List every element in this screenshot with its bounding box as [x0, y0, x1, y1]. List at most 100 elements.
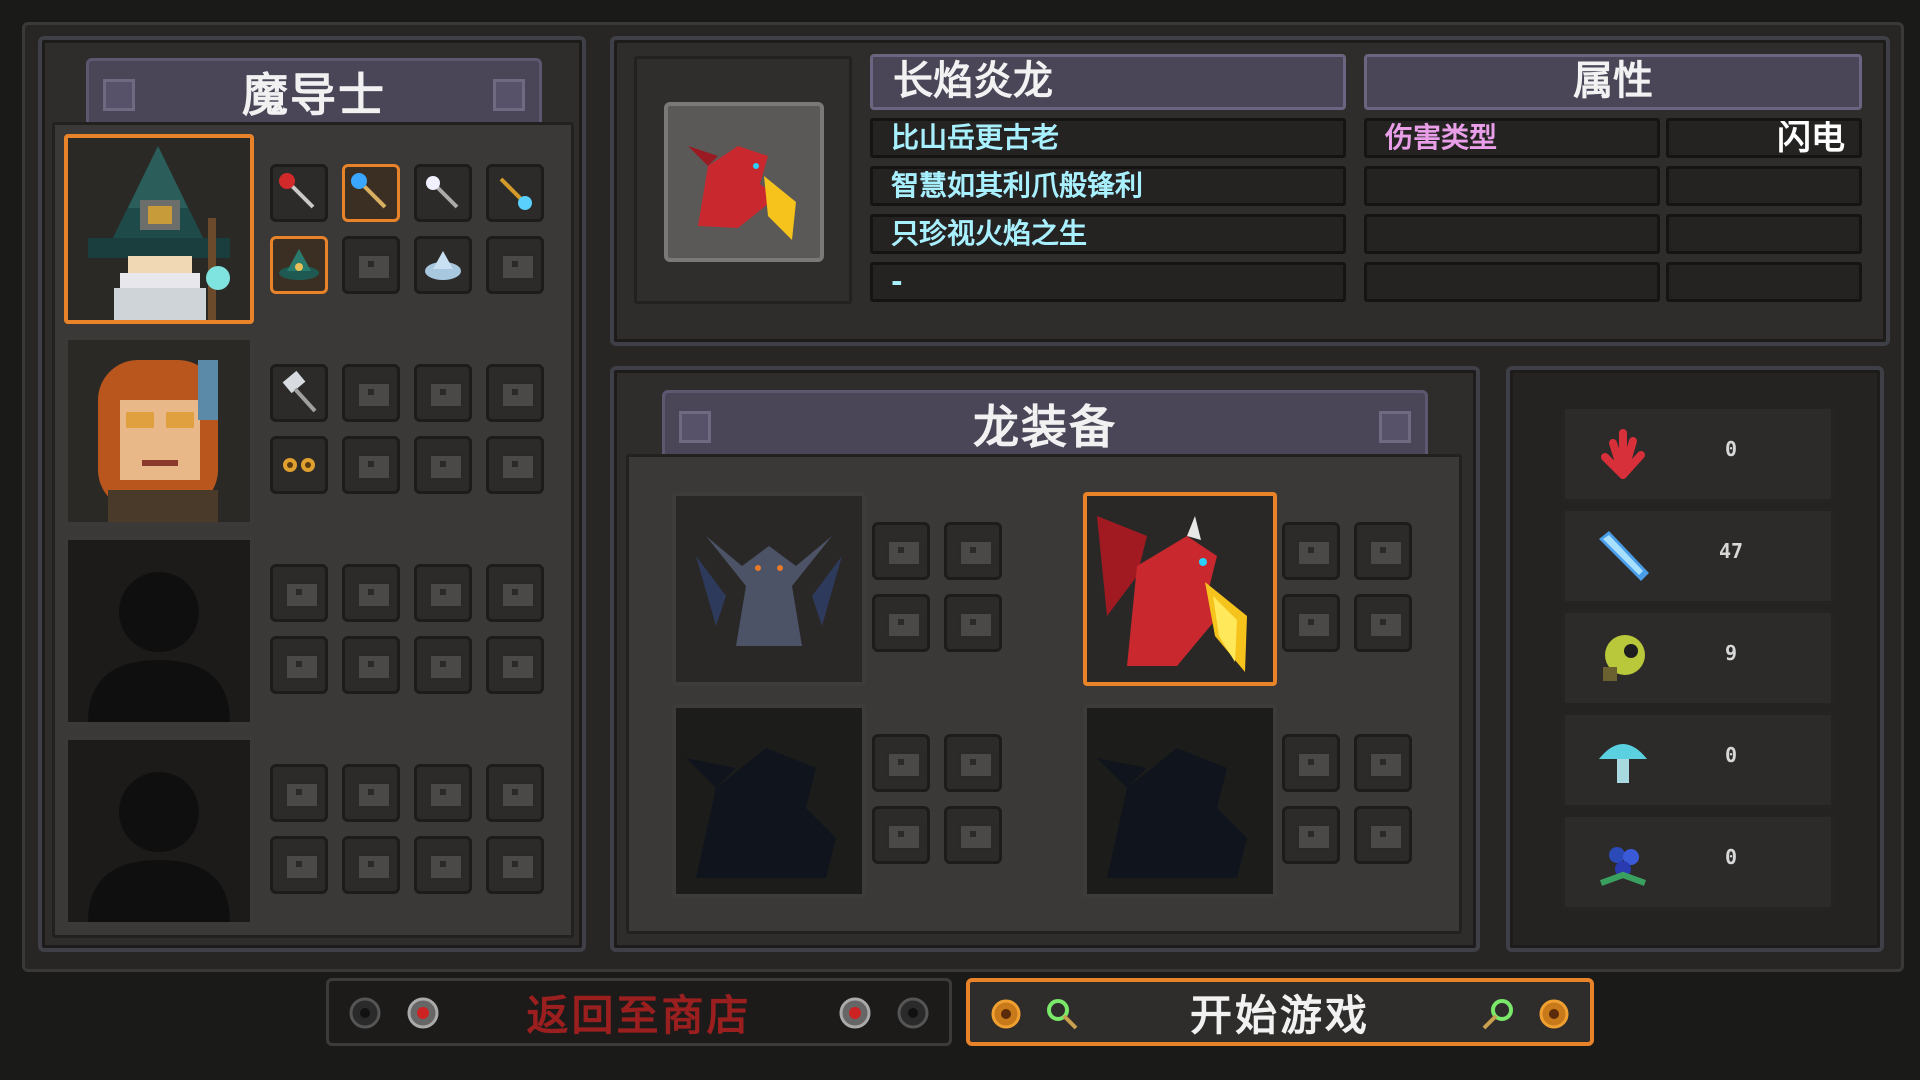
equip-slot-empty[interactable]	[270, 836, 328, 894]
gear-icon	[349, 997, 381, 1029]
equip-slot-empty[interactable]	[270, 636, 328, 694]
cloud-hat-icon	[425, 251, 461, 280]
equip-slot-empty[interactable]	[486, 636, 544, 694]
dragon-equip-slot[interactable]	[944, 734, 1002, 792]
hero-portrait-locked[interactable]	[64, 736, 254, 926]
equip-slot-cloud[interactable]	[414, 236, 472, 294]
start-game-label: 开始游戏	[1189, 990, 1370, 1040]
equip-slot-staff-blue[interactable]	[342, 164, 400, 222]
equip-slot-empty[interactable]	[486, 836, 544, 894]
party-title: 魔导士	[242, 68, 386, 122]
resource-count: 0	[1724, 845, 1738, 869]
silhouette-icon	[88, 772, 230, 922]
hero-portrait-engineer[interactable]	[64, 336, 254, 526]
start-game-button[interactable]: 开始游戏	[966, 978, 1594, 1046]
equip-slot-empty[interactable]	[414, 836, 472, 894]
sun-gear-icon	[991, 999, 1021, 1029]
ornament-icon	[103, 79, 135, 111]
goggles-icon	[283, 458, 315, 472]
equip-slot-empty[interactable]	[270, 764, 328, 822]
equip-slot-staff-gold[interactable]	[486, 164, 544, 222]
magnifier-icon	[1482, 999, 1513, 1030]
equip-slot-empty[interactable]	[270, 564, 328, 622]
equip-slot-empty[interactable]	[342, 364, 400, 422]
wizard-hat-icon	[279, 249, 319, 280]
red-coral-icon	[1601, 429, 1645, 479]
dragon-equip-slot[interactable]	[1282, 806, 1340, 864]
dragon-equip-slot[interactable]	[872, 734, 930, 792]
equip-slot-empty[interactable]	[342, 236, 400, 294]
dragon-slot-locked[interactable]	[1083, 704, 1277, 898]
resource-count: 0	[1724, 743, 1738, 767]
dragon-equip-slot[interactable]	[1282, 522, 1340, 580]
equip-slot-empty[interactable]	[342, 836, 400, 894]
engineer-icon	[68, 340, 250, 522]
equip-slot-empty[interactable]	[414, 364, 472, 422]
dragon-equip-slot[interactable]	[1354, 522, 1412, 580]
dragon-equip-slot[interactable]	[872, 522, 930, 580]
red-dragon-icon	[1087, 496, 1273, 682]
gear-icon	[897, 997, 929, 1029]
gray-dragon-icon	[676, 496, 862, 682]
red-dragon-icon	[688, 146, 796, 240]
dragon-slot-locked[interactable]	[672, 704, 866, 898]
resource-row: 47	[1562, 508, 1834, 604]
eye-orb-icon	[1603, 635, 1645, 681]
white-staff-icon	[426, 176, 459, 209]
equip-slot-empty[interactable]	[342, 636, 400, 694]
equip-slot-staff-white[interactable]	[414, 164, 472, 222]
attr-key	[1364, 214, 1660, 254]
attr-key	[1364, 166, 1660, 206]
back-to-shop-button[interactable]: 返回至商店	[326, 978, 952, 1046]
lore-line: 智慧如其利爪般锋利	[870, 166, 1346, 206]
gear-icon	[839, 997, 871, 1029]
attr-value	[1666, 166, 1862, 206]
equip-slot-empty[interactable]	[486, 564, 544, 622]
hero-portrait-locked[interactable]	[64, 536, 254, 726]
dragon-equip-slot[interactable]	[1354, 806, 1412, 864]
equip-slot-hammer[interactable]	[270, 364, 328, 422]
resource-count: 0	[1724, 437, 1738, 461]
mushroom-icon	[1599, 744, 1647, 783]
attr-value	[1666, 262, 1862, 302]
equip-slot-empty[interactable]	[486, 236, 544, 294]
equip-slot-empty[interactable]	[414, 636, 472, 694]
attr-key: 伤害类型	[1364, 118, 1660, 158]
equip-slot-empty[interactable]	[486, 364, 544, 422]
dragon-equip-slot[interactable]	[1282, 734, 1340, 792]
hammer-icon	[282, 370, 317, 413]
dragon-equip-slot[interactable]	[944, 594, 1002, 652]
equip-slot-empty[interactable]	[414, 764, 472, 822]
dragon-equip-slot[interactable]	[872, 594, 930, 652]
attr-value: 闪电	[1666, 118, 1862, 158]
lore-line: 只珍视火焰之生	[870, 214, 1346, 254]
equip-slot-empty[interactable]	[486, 436, 544, 494]
sun-gear-icon	[1539, 999, 1569, 1029]
equip-slot-empty[interactable]	[342, 436, 400, 494]
equip-slot-staff-red[interactable]	[270, 164, 328, 222]
gear-icon	[407, 997, 439, 1029]
dragon-equip-slot[interactable]	[944, 806, 1002, 864]
lore-line: -	[870, 262, 1346, 302]
equip-slot-empty[interactable]	[342, 764, 400, 822]
dragon-equip-slot[interactable]	[872, 806, 930, 864]
dragon-equip-slot[interactable]	[1354, 734, 1412, 792]
equip-slot-empty[interactable]	[414, 436, 472, 494]
dragon-equip-slot[interactable]	[944, 522, 1002, 580]
equip-slot-empty[interactable]	[414, 564, 472, 622]
ornament-icon	[493, 79, 525, 111]
silhouette-icon	[88, 572, 230, 722]
dragon-preview	[664, 102, 824, 262]
dragon-slot-red[interactable]	[1083, 492, 1277, 686]
attributes-title: 属性	[1364, 54, 1862, 110]
equip-slot-hat[interactable]	[270, 236, 328, 294]
dragon-equip-slot[interactable]	[1282, 594, 1340, 652]
dragon-slot-gray[interactable]	[672, 492, 866, 686]
equip-slot-goggles[interactable]	[270, 436, 328, 494]
dragon-silhouette-icon	[686, 748, 836, 878]
dragon-equip-slot[interactable]	[1354, 594, 1412, 652]
lore-line: 比山岳更古老	[870, 118, 1346, 158]
equip-slot-empty[interactable]	[342, 564, 400, 622]
hero-portrait-wizard[interactable]	[64, 134, 254, 324]
equip-slot-empty[interactable]	[486, 764, 544, 822]
